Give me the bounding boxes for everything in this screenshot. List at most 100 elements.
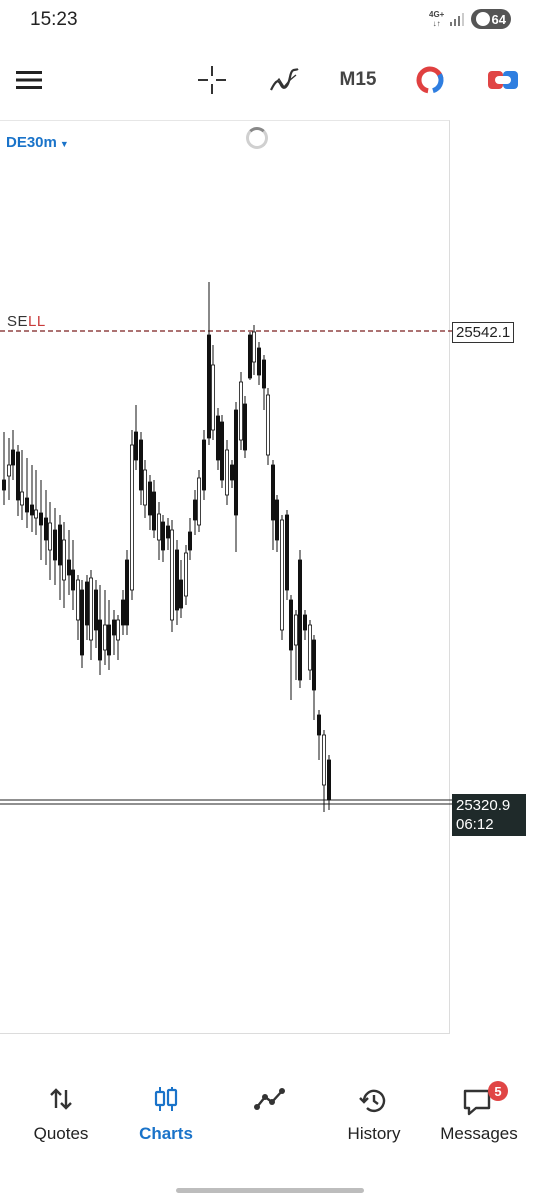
candle-body — [279, 519, 284, 631]
candle-body — [67, 559, 72, 576]
candle-body — [215, 415, 220, 461]
candle-body — [274, 499, 279, 541]
candle-body — [270, 464, 275, 521]
candle-body — [133, 431, 138, 461]
candle-body — [251, 331, 256, 363]
candle-body — [142, 469, 147, 506]
candle-body — [112, 619, 117, 636]
candle-body — [174, 549, 179, 611]
candle-body — [224, 449, 229, 496]
nav-quotes[interactable]: Quotes — [11, 1068, 111, 1158]
nav-messages-label: Messages — [440, 1124, 518, 1143]
candle-body — [265, 394, 270, 456]
candle-body — [261, 359, 266, 389]
candle-body — [307, 624, 312, 671]
trade-button[interactable] — [486, 50, 520, 110]
candle-body — [15, 451, 20, 501]
arrows-updown-icon — [50, 1088, 72, 1110]
candle-body — [196, 477, 201, 526]
charging-icon — [476, 12, 490, 26]
candle-body — [156, 513, 161, 541]
candle-body — [89, 577, 94, 641]
candles — [2, 282, 331, 812]
unread-badge: 5 — [488, 1081, 508, 1101]
candle-body — [311, 639, 316, 691]
candle-body — [187, 531, 192, 551]
candle-body — [183, 552, 188, 597]
nav-charts[interactable]: Charts — [116, 1068, 216, 1158]
crosshair-button[interactable] — [196, 50, 228, 110]
candle-body — [34, 509, 39, 519]
nav-trade[interactable] — [220, 1068, 320, 1158]
candle-body — [238, 381, 243, 441]
candle-body — [129, 444, 134, 591]
trend-icon — [254, 1088, 285, 1110]
indicators-button[interactable] — [266, 50, 302, 110]
candle-body — [76, 579, 81, 621]
status-bar: 15:23 4G+ ↓↑ 64 — [0, 0, 540, 40]
candle-body — [321, 734, 326, 786]
candle-body — [256, 347, 261, 376]
bottom-navigation: Quotes Charts History 5 Messages — [0, 1068, 540, 1168]
candle-body — [316, 714, 321, 736]
signal-icon — [450, 13, 464, 26]
candle-body — [233, 409, 238, 516]
nav-messages[interactable]: 5 Messages — [429, 1068, 529, 1158]
candle-body — [94, 589, 99, 631]
buy-sell-icon — [488, 71, 518, 89]
candle-body — [247, 334, 252, 379]
network-indicator: 4G+ ↓↑ — [429, 10, 445, 28]
home-indicator[interactable] — [176, 1188, 364, 1193]
timeframe-button[interactable]: M15 — [336, 50, 380, 110]
candle-body — [201, 439, 206, 491]
nav-history-label: History — [347, 1124, 401, 1143]
candle-body — [125, 559, 130, 626]
current-price: 25320.9 — [456, 797, 511, 814]
candle-body — [219, 421, 224, 481]
candle-body — [178, 579, 183, 609]
candle-body — [302, 614, 307, 631]
candle-body — [48, 522, 53, 551]
candle-countdown: 06:12 — [456, 816, 494, 833]
hamburger-icon — [16, 71, 42, 89]
candle-body — [210, 364, 215, 431]
candle-body — [29, 504, 34, 516]
candle-body — [7, 464, 12, 477]
price-chart[interactable] — [0, 120, 540, 1034]
candle-body — [44, 517, 49, 541]
current-price-tag: 25320.9 06:12 — [452, 794, 526, 836]
candle-body — [121, 599, 126, 626]
candle-body — [19, 491, 24, 506]
candle-body — [71, 569, 76, 591]
candle-body — [10, 449, 15, 466]
candle-body — [160, 521, 165, 551]
battery-level: 64 — [491, 11, 506, 27]
candle-body — [24, 497, 29, 513]
nav-history[interactable]: History — [324, 1068, 424, 1158]
nav-quotes-label: Quotes — [33, 1124, 89, 1143]
candles-icon — [154, 1087, 178, 1111]
indicator-wave-icon — [270, 68, 299, 91]
candle-body — [206, 334, 211, 439]
candle-body — [151, 491, 156, 531]
candle-body — [284, 514, 289, 591]
history-icon — [359, 1089, 386, 1113]
candle-body — [147, 481, 152, 516]
candle-body — [297, 559, 302, 681]
one-click-trading-button[interactable] — [414, 50, 446, 110]
candle-body — [293, 614, 298, 646]
candle-body — [2, 479, 7, 491]
candle-body — [229, 464, 234, 481]
candle-body — [85, 581, 90, 626]
candle-body — [138, 439, 143, 491]
sell-order-label: SELL — [7, 313, 46, 330]
battery-icon: 64 — [471, 9, 511, 29]
nav-charts-label: Charts — [139, 1124, 193, 1143]
candle-body — [288, 599, 293, 651]
chart-toolbar: M15 — [0, 50, 540, 110]
menu-button[interactable] — [14, 50, 44, 110]
candle-body — [62, 539, 67, 581]
candle-body — [103, 624, 108, 651]
candle-body — [242, 403, 247, 451]
candle-body — [165, 525, 170, 539]
